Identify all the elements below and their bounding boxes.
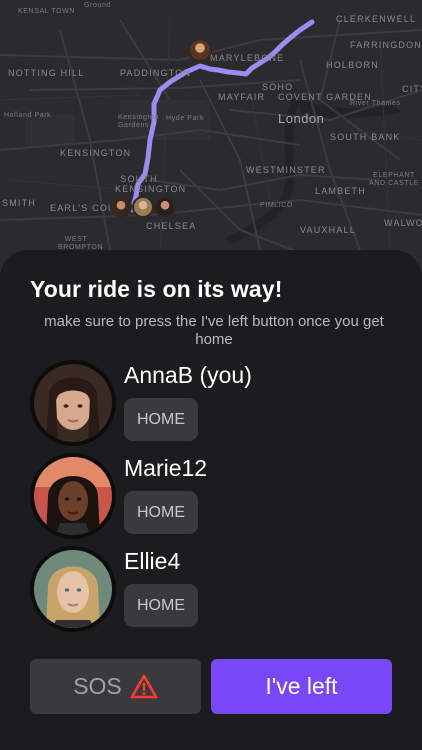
ive-left-button[interactable]: I've left	[211, 659, 392, 714]
map-label: LAMBETH	[315, 186, 366, 196]
map-label: Ground	[84, 2, 111, 9]
sheet-subtitle: make sure to press the I've left button …	[44, 313, 384, 348]
map-label: PADDINGTON	[120, 68, 192, 78]
sos-button[interactable]: SOS	[30, 659, 201, 714]
map-view[interactable]: KENSAL TOWN Ground CLERKENWELL FARRINGDO…	[0, 0, 422, 290]
rider-item[interactable]: Ellie4 HOME	[30, 546, 400, 632]
map-label: Holland Park	[4, 112, 52, 119]
map-label: Hyde Park	[166, 115, 205, 122]
map-label: London	[278, 111, 325, 126]
map-label: River Thames	[350, 100, 401, 107]
rider-name: Marie12	[124, 455, 208, 481]
destination-badge[interactable]: HOME	[124, 491, 198, 534]
map-label: KENSINGTON	[60, 148, 132, 158]
avatar	[30, 546, 116, 632]
map-label: CLERKENWELL	[336, 14, 417, 24]
map-label: Kensington Gardens	[118, 114, 160, 129]
map-label: SMITH	[2, 198, 36, 208]
warning-triangle-icon	[130, 674, 158, 700]
rider-item[interactable]: AnnaB (you) HOME	[30, 360, 400, 446]
map-label: HOLBORN	[326, 60, 379, 70]
map-label: KENSAL TOWN	[18, 8, 76, 15]
avatar	[30, 453, 116, 539]
map-label: FARRINGDON	[350, 40, 422, 50]
sheet-title: Your ride is on its way!	[30, 276, 283, 302]
avatar	[30, 360, 116, 446]
map-label: SOHO	[262, 82, 294, 92]
map-label: NOTTING HILL	[8, 68, 85, 78]
destination-badge[interactable]: HOME	[124, 584, 198, 627]
map-label: VAUXHALL	[300, 225, 356, 235]
rider-pin-avatar[interactable]	[154, 196, 176, 218]
destination-badge[interactable]: HOME	[124, 398, 198, 441]
map-label: MARYLEBONE	[210, 53, 285, 63]
map-label: WESTMINSTER	[246, 165, 326, 175]
rider-name: Ellie4	[124, 548, 181, 574]
map-label: WALWORTH	[384, 218, 422, 228]
destination-avatar-pin[interactable]	[188, 38, 212, 62]
rider-name: AnnaB (you)	[124, 362, 252, 388]
rider-pin-avatar[interactable]	[132, 196, 154, 218]
rider-item[interactable]: Marie12 HOME	[30, 453, 400, 539]
rider-pin-avatar[interactable]	[110, 196, 132, 218]
map-label: SOUTH KENSINGTON	[115, 174, 187, 194]
map-label: SOUTH BANK	[330, 132, 401, 142]
sos-label: SOS	[73, 673, 122, 699]
map-label: MAYFAIR	[218, 92, 266, 102]
map-label: CHELSEA	[146, 221, 197, 231]
map-label: PIMLICO	[260, 202, 293, 209]
map-label: CITY	[402, 84, 422, 94]
ride-status-sheet: Your ride is on its way! make sure to pr…	[0, 250, 422, 750]
map-label: ELEPHANT AND CASTLE	[369, 172, 419, 187]
